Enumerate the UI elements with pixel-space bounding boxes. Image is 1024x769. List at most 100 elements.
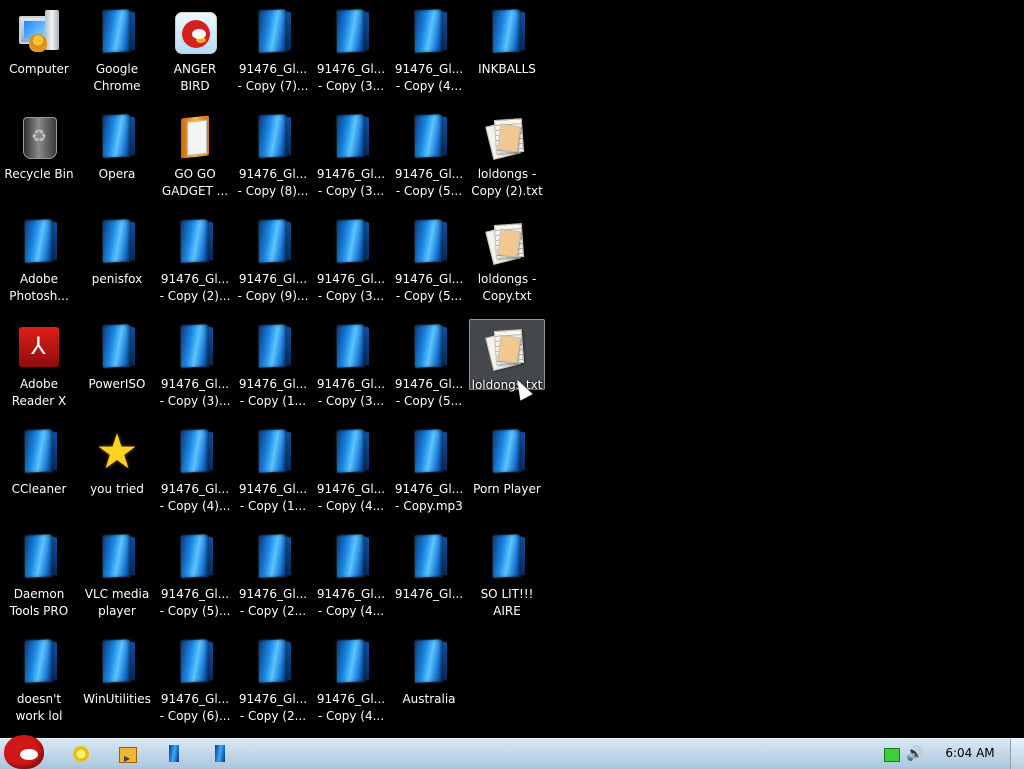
file-icon <box>15 533 63 581</box>
desktop-icon-label: loldongs - Copy.txt <box>477 272 537 303</box>
desktop-icon[interactable]: loldongs.txt <box>469 319 545 392</box>
desktop-icon-label: 91476_Gl... - Copy (3... <box>316 62 386 93</box>
blue-app-icon-2[interactable] <box>210 744 230 764</box>
file-icon <box>93 638 141 686</box>
file-icon <box>327 428 375 476</box>
media-player-icon[interactable] <box>117 744 137 764</box>
file-icon <box>327 323 375 371</box>
desktop-icon[interactable]: penisfox <box>79 214 155 314</box>
desktop-icon-label: 91476_Gl... - Copy (2... <box>238 692 308 723</box>
desktop-icon[interactable]: VLC media player <box>79 529 155 629</box>
desktop-icon[interactable]: 91476_Gl... - Copy (9)... <box>235 214 311 314</box>
desktop-icon[interactable]: 91476_Gl... - Copy (4... <box>313 634 389 734</box>
desktop-icon[interactable]: 91476_Gl... - Copy (4... <box>313 424 389 524</box>
desktop-icon[interactable]: loldongs - Copy (2).txt <box>469 109 545 209</box>
desktop-icon[interactable]: 91476_Gl... - Copy (4)... <box>157 424 233 524</box>
desktop-icon[interactable]: Adobe Reader X <box>1 319 77 419</box>
desktop-icon[interactable]: 91476_Gl... - Copy (2)... <box>157 214 233 314</box>
desktop-icon[interactable]: Daemon Tools PRO <box>1 529 77 629</box>
desktop-icon[interactable]: 91476_Gl... - Copy (4... <box>313 529 389 629</box>
file-icon <box>405 638 453 686</box>
desktop-icon-label: ANGER BIRD <box>173 62 217 93</box>
desktop-icon-label: Adobe Photosh... <box>9 272 69 303</box>
file-icon <box>15 638 63 686</box>
desktop-icon[interactable]: Australia <box>391 634 467 734</box>
desktop-icon[interactable]: 91476_Gl... - Copy (2... <box>235 529 311 629</box>
folder-icon <box>171 113 219 161</box>
network-icon[interactable] <box>884 748 900 762</box>
desktop-icon[interactable]: Opera <box>79 109 155 209</box>
file-icon <box>15 218 63 266</box>
desktop-icon[interactable]: 91476_Gl... - Copy (5)... <box>157 529 233 629</box>
desktop-icon-label: SO LIT!!! AIRE <box>480 587 534 618</box>
desktop-icon-label: VLC media player <box>84 587 150 618</box>
desktop-icon[interactable]: Porn Player <box>469 424 545 524</box>
file-icon <box>249 8 297 56</box>
desktop-icon[interactable]: 91476_Gl... - Copy (3)... <box>157 319 233 419</box>
file-icon <box>327 8 375 56</box>
desktop-icon-label: Computer <box>9 62 69 76</box>
file-icon <box>327 533 375 581</box>
desktop-icon[interactable]: 91476_Gl... - Copy (5... <box>391 109 467 209</box>
desktop-icon[interactable]: SO LIT!!! AIRE <box>469 529 545 629</box>
desktop-icon-label: 91476_Gl... - Copy (4... <box>316 692 386 723</box>
start-button[interactable] <box>2 731 48 769</box>
desktop-icon[interactable]: 91476_Gl... - Copy (1... <box>235 424 311 524</box>
desktop-icon[interactable]: 91476_Gl... - Copy.mp3 <box>391 424 467 524</box>
desktop-icon[interactable]: 91476_Gl... <box>391 529 467 629</box>
desktop-icon[interactable]: loldongs - Copy.txt <box>469 214 545 314</box>
desktop-icon-label: 91476_Gl... - Copy (1... <box>238 482 308 513</box>
desktop-icon-label: WinUtilities <box>83 692 151 706</box>
desktop-icon[interactable]: 91476_Gl... - Copy (3... <box>313 4 389 104</box>
show-desktop-button[interactable] <box>1010 739 1024 769</box>
desktop-icon-label: 91476_Gl... - Copy (2)... <box>159 272 231 303</box>
desktop-icon[interactable]: ★ you tried <box>79 424 155 524</box>
desktop-icon[interactable]: PowerISO <box>79 319 155 419</box>
file-icon <box>249 428 297 476</box>
desktop-icon[interactable]: 91476_Gl... - Copy (7)... <box>235 4 311 104</box>
sun-gadget-icon[interactable] <box>71 744 91 764</box>
star-icon: ★ <box>95 424 139 480</box>
desktop-icon[interactable]: CCleaner <box>1 424 77 524</box>
desktop-icon[interactable]: INKBALLS <box>469 4 545 104</box>
clock[interactable]: 6:04 AM <box>935 746 1005 760</box>
desktop-icon-label: doesn't work lol <box>15 692 63 723</box>
desktop-icon[interactable]: 91476_Gl... - Copy (6)... <box>157 634 233 734</box>
blue-app-icon[interactable] <box>164 744 184 764</box>
desktop-icon[interactable]: doesn't work lol <box>1 634 77 734</box>
file-icon <box>249 323 297 371</box>
volume-icon[interactable]: 🔊 <box>906 746 923 762</box>
file-icon <box>327 638 375 686</box>
desktop-icon[interactable]: 91476_Gl... - Copy (1... <box>235 319 311 419</box>
file-icon <box>249 218 297 266</box>
recycle-bin-icon <box>15 113 63 161</box>
desktop-icon[interactable]: 91476_Gl... - Copy (3... <box>313 109 389 209</box>
desktop-icon[interactable]: 91476_Gl... - Copy (4... <box>391 4 467 104</box>
desktop-icon[interactable]: Adobe Photosh... <box>1 214 77 314</box>
desktop-icon[interactable]: 91476_Gl... - Copy (5... <box>391 214 467 314</box>
taskbar: 🔊 6:04 AM <box>0 735 1024 769</box>
desktop-icon[interactable]: 91476_Gl... - Copy (3... <box>313 319 389 419</box>
file-icon <box>93 113 141 161</box>
desktop-icon-label: Porn Player <box>473 482 541 496</box>
desktop-icon[interactable]: 91476_Gl... - Copy (5... <box>391 319 467 419</box>
file-icon <box>171 323 219 371</box>
desktop-icon[interactable]: 91476_Gl... - Copy (8)... <box>235 109 311 209</box>
desktop-icon[interactable]: Computer <box>1 4 77 104</box>
angry-bird-start-icon <box>4 735 44 769</box>
desktop-icon[interactable]: Google Chrome <box>79 4 155 104</box>
desktop-icon[interactable]: Recycle Bin <box>1 109 77 209</box>
desktop-icon-label: 91476_Gl... - Copy (8)... <box>237 167 309 198</box>
desktop-icon[interactable]: WinUtilities <box>79 634 155 734</box>
file-icon <box>405 428 453 476</box>
desktop-icon-label: 91476_Gl... - Copy (2... <box>238 587 308 618</box>
desktop-icon-label: 91476_Gl... - Copy (6)... <box>159 692 231 723</box>
desktop-icon-label: 91476_Gl... <box>394 587 464 601</box>
desktop-icon[interactable]: 91476_Gl... - Copy (3... <box>313 214 389 314</box>
desktop-icon[interactable]: ANGER BIRD <box>157 4 233 104</box>
desktop-icon-label: loldongs.txt <box>471 378 543 392</box>
desktop[interactable]: Computer Recycle Bin Adobe Photosh... Adobe… <box>0 0 1024 738</box>
file-icon <box>171 428 219 476</box>
desktop-icon[interactable]: 91476_Gl... - Copy (2... <box>235 634 311 734</box>
desktop-icon[interactable]: GO GO GADGET ... <box>157 109 233 209</box>
